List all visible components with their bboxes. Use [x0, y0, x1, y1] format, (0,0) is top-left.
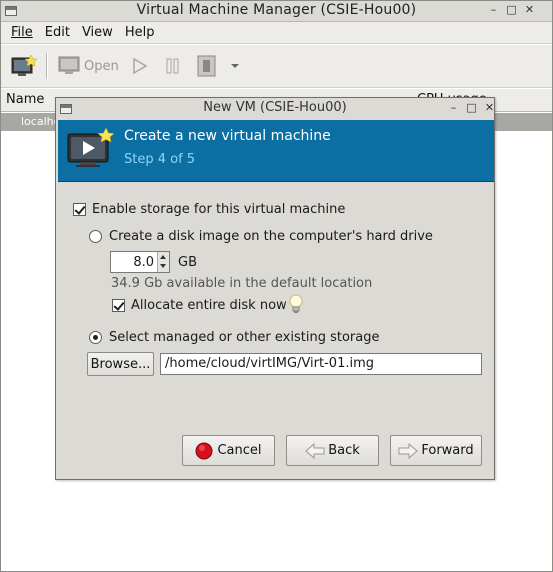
menu-view-label: View	[81, 25, 113, 40]
spinner-arrows[interactable]	[157, 252, 169, 272]
available-space-text: 34.9 Gb available in the default locatio…	[111, 276, 373, 291]
cancel-label: Cancel	[217, 443, 262, 458]
open-button[interactable]: Open	[58, 54, 119, 78]
back-arrow-icon	[305, 442, 325, 459]
allocate-label: Allocate entire disk now	[131, 298, 287, 313]
shutdown-button[interactable]	[197, 54, 217, 78]
pause-button[interactable]	[164, 54, 182, 78]
dialog-window-controls: – □ ✕	[448, 102, 495, 114]
shutdown-icon	[197, 55, 216, 77]
menu-file[interactable]: File	[5, 22, 39, 43]
menu-file-label: File	[11, 25, 33, 40]
dialog-maximize-icon[interactable]: □	[466, 102, 477, 114]
toolbar: Open	[1, 45, 552, 88]
cancel-button[interactable]: Cancel	[182, 435, 275, 466]
enable-storage-label: Enable storage for this virtual machine	[92, 202, 346, 217]
maximize-icon[interactable]: □	[506, 4, 517, 16]
shutdown-dropdown[interactable]	[229, 54, 241, 78]
managed-storage-radio-icon	[89, 331, 102, 344]
cancel-icon	[195, 442, 213, 459]
disk-size-spinner[interactable]: 8.0	[110, 251, 170, 273]
dialog-banner: Create a new virtual machine Step 4 of 5	[58, 120, 494, 182]
create-disk-radio-icon	[89, 230, 102, 243]
chevron-down-icon	[231, 64, 239, 68]
managed-storage-label: Select managed or other existing storage	[109, 330, 380, 345]
allocate-disk-checkbox[interactable]: Allocate entire disk now	[112, 298, 287, 313]
allocate-check-icon	[112, 299, 125, 312]
disk-size-value: 8.0	[133, 255, 154, 270]
new-vm-banner-icon	[67, 128, 114, 167]
minimize-icon[interactable]: –	[488, 4, 499, 16]
menu-help[interactable]: Help	[119, 22, 161, 43]
forward-arrow-icon	[398, 442, 419, 459]
create-disk-radio[interactable]: Create a disk image on the computer's ha…	[89, 229, 433, 244]
back-label: Back	[328, 443, 360, 458]
managed-storage-radio[interactable]: Select managed or other existing storage	[89, 330, 379, 345]
play-icon	[133, 57, 148, 75]
banner-step: Step 4 of 5	[124, 152, 196, 167]
browse-label: Browse...	[90, 356, 151, 372]
new-vm-button[interactable]	[11, 54, 37, 78]
main-titlebar[interactable]: Virtual Machine Manager (CSIE-Hou00) – □…	[1, 1, 552, 22]
menubar: File Edit View Help	[1, 22, 552, 44]
browse-button[interactable]: Browse...	[87, 352, 154, 376]
lightbulb-hint-icon	[289, 294, 303, 313]
back-button[interactable]: Back	[286, 435, 379, 466]
enable-storage-check-icon	[73, 203, 86, 216]
close-icon[interactable]: ✕	[524, 4, 535, 16]
menu-edit-label: Edit	[44, 25, 70, 40]
toolbar-separator	[46, 53, 48, 79]
menu-help-label: Help	[124, 25, 155, 40]
dialog-title: New VM (CSIE-Hou00)	[203, 100, 347, 115]
menu-view[interactable]: View	[76, 22, 119, 43]
forward-label: Forward	[421, 443, 474, 458]
new-vm-dialog: New VM (CSIE-Hou00) – □ ✕ Create a new v…	[55, 97, 495, 480]
create-disk-label: Create a disk image on the computer's ha…	[109, 229, 433, 244]
banner-heading: Create a new virtual machine	[124, 128, 331, 144]
storage-path-input[interactable]: /home/cloud/virtIMG/Virt-01.img	[160, 353, 482, 375]
dialog-close-icon[interactable]: ✕	[484, 102, 495, 114]
forward-button[interactable]: Forward	[390, 435, 482, 466]
open-icon	[58, 56, 80, 74]
enable-storage-checkbox[interactable]: Enable storage for this virtual machine	[73, 202, 345, 217]
main-window-title: Virtual Machine Manager (CSIE-Hou00)	[136, 2, 417, 18]
run-button[interactable]	[129, 54, 149, 78]
spin-up-icon[interactable]	[160, 255, 166, 259]
disk-size-unit: GB	[178, 255, 197, 270]
open-label: Open	[84, 58, 119, 74]
dialog-minimize-icon[interactable]: –	[448, 102, 459, 114]
window-controls: – □ ✕	[488, 4, 535, 16]
column-name[interactable]: Name	[6, 92, 44, 107]
new-vm-icon	[11, 54, 37, 76]
dialog-titlebar[interactable]: New VM (CSIE-Hou00) – □ ✕	[56, 98, 494, 119]
spin-down-icon[interactable]	[160, 264, 166, 268]
menu-edit[interactable]: Edit	[39, 22, 76, 43]
pause-icon	[166, 58, 179, 74]
